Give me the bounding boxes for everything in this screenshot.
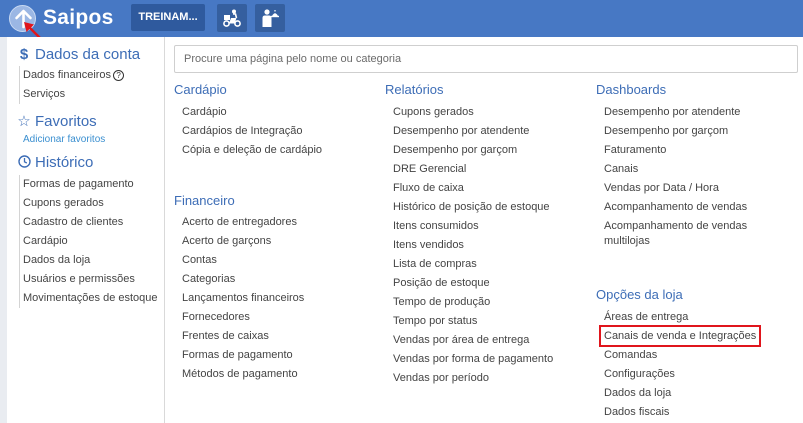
section-title: Financeiro [174, 193, 235, 208]
menu-link[interactable]: DRE Gerencial [393, 160, 553, 179]
menu-link[interactable]: Configurações [604, 365, 756, 384]
menu-link[interactable]: Itens vendidos [393, 236, 553, 255]
dollar-icon: $ [19, 46, 29, 63]
brand-logo[interactable]: Saipos [43, 3, 114, 33]
menu-link[interactable]: Itens consumidos [393, 217, 553, 236]
search-input[interactable] [174, 45, 798, 73]
sidebar-item-cupons-gerados[interactable]: Cupons gerados [20, 194, 158, 213]
menu-link[interactable]: Comandas [604, 346, 756, 365]
section-cardapio: Cardápio Cardápio Cardápios de Integraçã… [174, 81, 322, 160]
delivery-button[interactable] [217, 4, 247, 32]
menu-link[interactable]: Desempenho por garçom [393, 141, 553, 160]
menu-link[interactable]: Dados fiscais [604, 403, 756, 422]
left-gutter [0, 37, 7, 423]
sidebar-item-dados-da-loja[interactable]: Dados da loja [20, 251, 158, 270]
menu-link[interactable]: Frentes de caixas [182, 327, 304, 346]
menu-link[interactable]: Canais [604, 160, 764, 179]
sidebar-item-servicos[interactable]: Serviços [20, 85, 124, 104]
help-icon[interactable]: ? [113, 70, 125, 81]
sidebar-item-cardapio[interactable]: Cardápio [20, 232, 158, 251]
menu-link[interactable]: Desempenho por atendente [393, 122, 553, 141]
waiter-icon [262, 9, 279, 27]
waiter-button[interactable] [255, 4, 285, 32]
menu-link[interactable]: Métodos de pagamento [182, 365, 304, 384]
section-title: Opções da loja [596, 287, 683, 302]
menu-link[interactable]: Acerto de garçons [182, 232, 304, 251]
menu-link[interactable]: Posição de estoque [393, 274, 553, 293]
menu-link[interactable]: Cupons gerados [393, 103, 553, 122]
section-dashboards: Dashboards Desempenho por atendente Dese… [596, 81, 764, 251]
menu-link[interactable]: Acerto de entregadores [182, 213, 304, 232]
sidebar-item-cadastro-de-clientes[interactable]: Cadastro de clientes [20, 213, 158, 232]
sidebar-item-movimentacoes-de-estoque[interactable]: Movimentações de estoque [20, 289, 158, 308]
store-selector-button[interactable]: TREINAM... [131, 4, 205, 31]
menu-link[interactable]: Tempo de produção [393, 293, 553, 312]
menu-link[interactable]: Formas de pagamento [182, 346, 304, 365]
menu-link[interactable]: Acompanhamento de vendas [604, 198, 764, 217]
sidebar-item-usuarios-e-permissoes[interactable]: Usuários e permissões [20, 270, 158, 289]
top-bar: Saipos TREINAM... [0, 0, 803, 37]
history-list: Formas de pagamento Cupons gerados Cadas… [19, 175, 158, 308]
section-relatorios: Relatórios Cupons gerados Desempenho por… [385, 81, 553, 388]
account-list: Dados financeiros? Serviços [19, 66, 125, 104]
menu-link[interactable]: Cópia e deleção de cardápio [182, 141, 322, 160]
section-title: Cardápio [174, 82, 227, 97]
history-section-title: Histórico [17, 153, 93, 173]
menu-link[interactable]: Lançamentos financeiros [182, 289, 304, 308]
menu-link[interactable]: Categorias [182, 270, 304, 289]
sidebar-item-formas-de-pagamento[interactable]: Formas de pagamento [20, 175, 158, 194]
section-title: Relatórios [385, 82, 444, 97]
clock-icon [17, 153, 31, 173]
menu-link[interactable]: Faturamento [604, 141, 764, 160]
menu-link[interactable]: Desempenho por garçom [604, 122, 764, 141]
favorites-section-title: ☆ Favoritos [17, 113, 97, 130]
add-favorites-link[interactable]: Adicionar favoritos [23, 133, 105, 147]
menu-link[interactable]: Vendas por área de entrega [393, 331, 553, 350]
menu-link[interactable]: Cardápios de Integração [182, 122, 322, 141]
menu-link[interactable]: Cardápio [182, 103, 322, 122]
menu-link[interactable]: Vendas por forma de pagamento [393, 350, 553, 369]
menu-link[interactable]: Contas [182, 251, 304, 270]
menu-link[interactable]: Lista de compras [393, 255, 553, 274]
section-title: Dashboards [596, 82, 667, 97]
section-opcoes-da-loja: Opções da loja Áreas de entrega Canais d… [596, 286, 756, 422]
sidebar-item-dados-financeiros[interactable]: Dados financeiros? [20, 66, 125, 85]
menu-link[interactable]: Tempo por status [393, 312, 553, 331]
menu-link[interactable]: Fornecedores [182, 308, 304, 327]
delivery-icon [223, 9, 241, 27]
section-financeiro: Financeiro Acerto de entregadores Acerto… [174, 192, 304, 384]
account-section-title: $ Dados da conta [17, 45, 140, 65]
menu-link[interactable]: Acompanhamento de vendas multilojas [604, 217, 754, 251]
menu-link[interactable]: Vendas por período [393, 369, 553, 388]
menu-link[interactable]: Vendas por Data / Hora [604, 179, 764, 198]
menu-link[interactable]: Histórico de posição de estoque [393, 198, 553, 217]
annotation-highlight-box [599, 325, 761, 347]
menu-link[interactable]: Dados da loja [604, 384, 756, 403]
menu-link[interactable]: Fluxo de caixa [393, 179, 553, 198]
menu-link[interactable]: Desempenho por atendente [604, 103, 764, 122]
star-icon: ☆ [17, 113, 31, 130]
sidebar: $ Dados da conta Dados financeiros? Servi… [7, 37, 165, 423]
